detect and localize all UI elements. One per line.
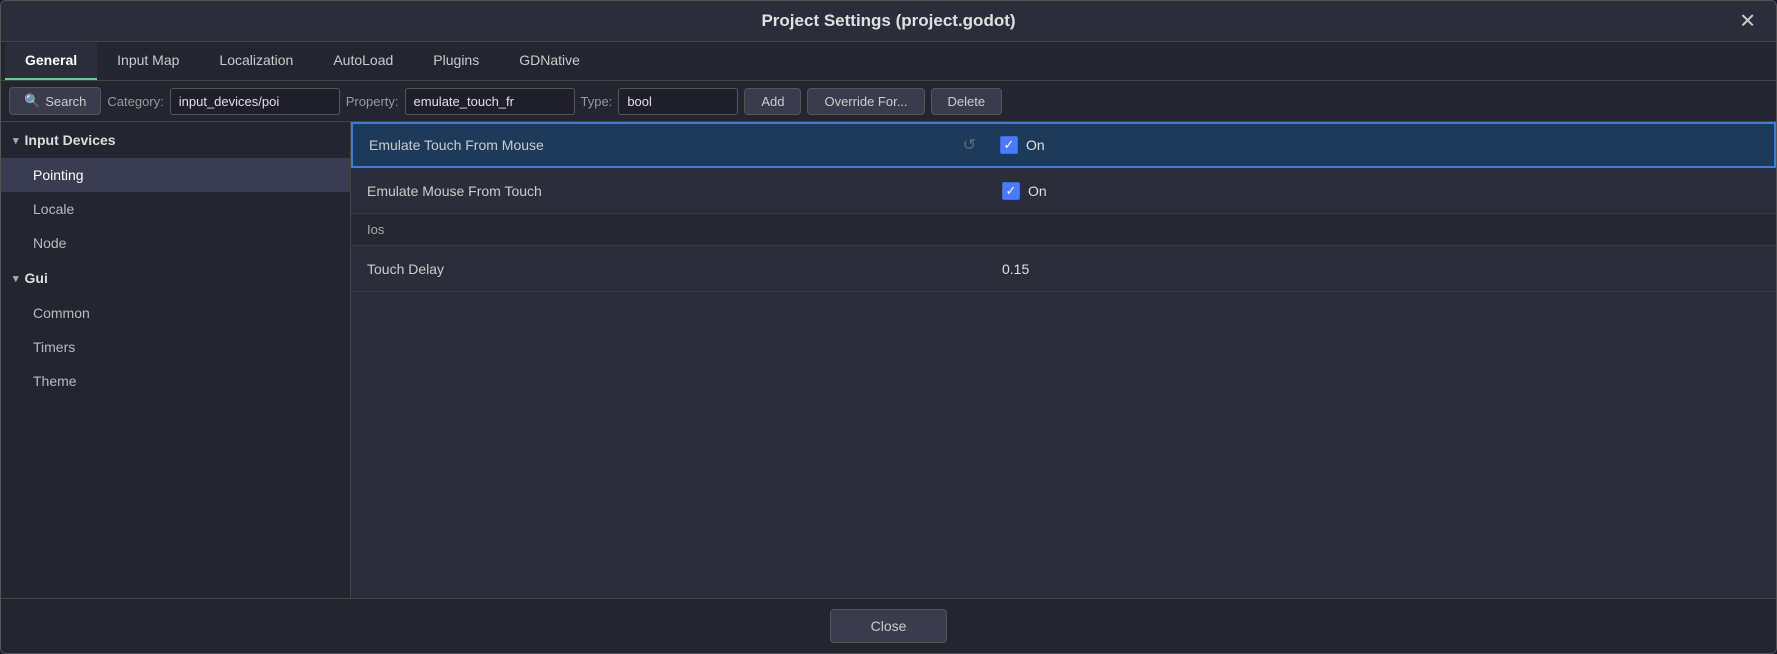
property-input[interactable] <box>405 88 575 115</box>
type-select-wrapper: bool int float String <box>618 88 738 115</box>
close-icon: ✕ <box>1739 11 1756 33</box>
chevron-down-icon: ▾ <box>13 272 19 285</box>
property-row-emulate-touch: Emulate Touch From Mouse ↺ ✓ On <box>351 122 1776 168</box>
tab-bar: General Input Map Localization AutoLoad … <box>1 42 1776 81</box>
override-for-button[interactable]: Override For... <box>807 88 924 115</box>
dialog-title: Project Settings (project.godot) <box>761 11 1015 31</box>
property-row-emulate-mouse: Emulate Mouse From Touch ✓ On <box>351 168 1776 214</box>
type-label: Type: <box>581 94 613 109</box>
sidebar-item-common[interactable]: Common <box>1 296 350 330</box>
add-button[interactable]: Add <box>744 88 801 115</box>
checkmark-icon: ✓ <box>1006 183 1017 199</box>
emulate-mouse-label: Emulate Mouse From Touch <box>351 173 986 209</box>
category-input[interactable] <box>170 88 340 115</box>
emulate-touch-label: Emulate Touch From Mouse <box>353 127 955 163</box>
tab-plugins[interactable]: Plugins <box>413 42 499 80</box>
touch-delay-label: Touch Delay <box>351 251 986 287</box>
tab-localization[interactable]: Localization <box>199 42 313 80</box>
ios-section-header: Ios <box>351 214 1776 246</box>
sidebar-item-gui[interactable]: ▾ Gui <box>1 260 350 296</box>
delete-button[interactable]: Delete <box>931 88 1003 115</box>
category-label: Category: <box>107 94 163 109</box>
emulate-touch-on-label: On <box>1026 137 1045 153</box>
touch-delay-number: 0.15 <box>1002 261 1029 277</box>
ios-section-label: Ios <box>367 222 384 237</box>
sidebar: ▾ Input Devices Pointing Locale Node ▾ G… <box>1 122 351 598</box>
emulate-mouse-checkbox-group[interactable]: ✓ On <box>1002 182 1047 200</box>
sidebar-item-input-devices[interactable]: ▾ Input Devices <box>1 122 350 158</box>
sidebar-item-label: Locale <box>33 201 74 217</box>
sidebar-item-timers[interactable]: Timers <box>1 330 350 364</box>
chevron-down-icon: ▾ <box>13 134 19 147</box>
emulate-touch-checkbox-group[interactable]: ✓ On <box>1000 136 1045 154</box>
checkbox-checked-icon: ✓ <box>1002 182 1020 200</box>
close-dialog-button[interactable]: Close <box>830 609 948 643</box>
dialog-footer: Close <box>1 598 1776 653</box>
emulate-mouse-value: ✓ On <box>986 174 1776 208</box>
settings-toolbar: 🔍 Search Category: Property: Type: bool … <box>1 81 1776 122</box>
sidebar-item-label: Node <box>33 235 66 251</box>
search-icon: 🔍 <box>24 93 40 109</box>
search-button[interactable]: 🔍 Search <box>9 87 101 115</box>
sidebar-item-theme[interactable]: Theme <box>1 364 350 398</box>
sidebar-item-label: Timers <box>33 339 75 355</box>
touch-delay-value: 0.15 <box>986 253 1776 285</box>
title-bar: Project Settings (project.godot) ✕ <box>1 1 1776 42</box>
property-row-touch-delay: Touch Delay 0.15 <box>351 246 1776 292</box>
property-label: Property: <box>346 94 399 109</box>
sidebar-item-label: Theme <box>33 373 77 389</box>
sidebar-item-label: Pointing <box>33 167 84 183</box>
sidebar-group-label: Gui <box>25 270 48 286</box>
sidebar-item-label: Common <box>33 305 90 321</box>
tab-input-map[interactable]: Input Map <box>97 42 199 80</box>
sidebar-item-node[interactable]: Node <box>1 226 350 260</box>
window-close-button[interactable]: ✕ <box>1733 7 1762 36</box>
emulate-touch-value: ✓ On <box>984 128 1774 162</box>
main-content: ▾ Input Devices Pointing Locale Node ▾ G… <box>1 122 1776 598</box>
sidebar-item-locale[interactable]: Locale <box>1 192 350 226</box>
tab-gdnative[interactable]: GDNative <box>499 42 600 80</box>
search-label: Search <box>45 94 86 109</box>
sidebar-group-label: Input Devices <box>25 132 116 148</box>
checkbox-checked-icon: ✓ <box>1000 136 1018 154</box>
checkmark-icon: ✓ <box>1004 137 1015 153</box>
tab-general[interactable]: General <box>5 42 97 80</box>
type-select[interactable]: bool int float String <box>618 88 738 115</box>
content-panel: Emulate Touch From Mouse ↺ ✓ On Emulate … <box>351 122 1776 598</box>
sidebar-item-pointing[interactable]: Pointing <box>1 158 350 192</box>
project-settings-dialog: Project Settings (project.godot) ✕ Gener… <box>0 0 1777 654</box>
reset-button-emulate-touch[interactable]: ↺ <box>955 135 984 155</box>
tab-autoload[interactable]: AutoLoad <box>313 42 413 80</box>
emulate-mouse-on-label: On <box>1028 183 1047 199</box>
